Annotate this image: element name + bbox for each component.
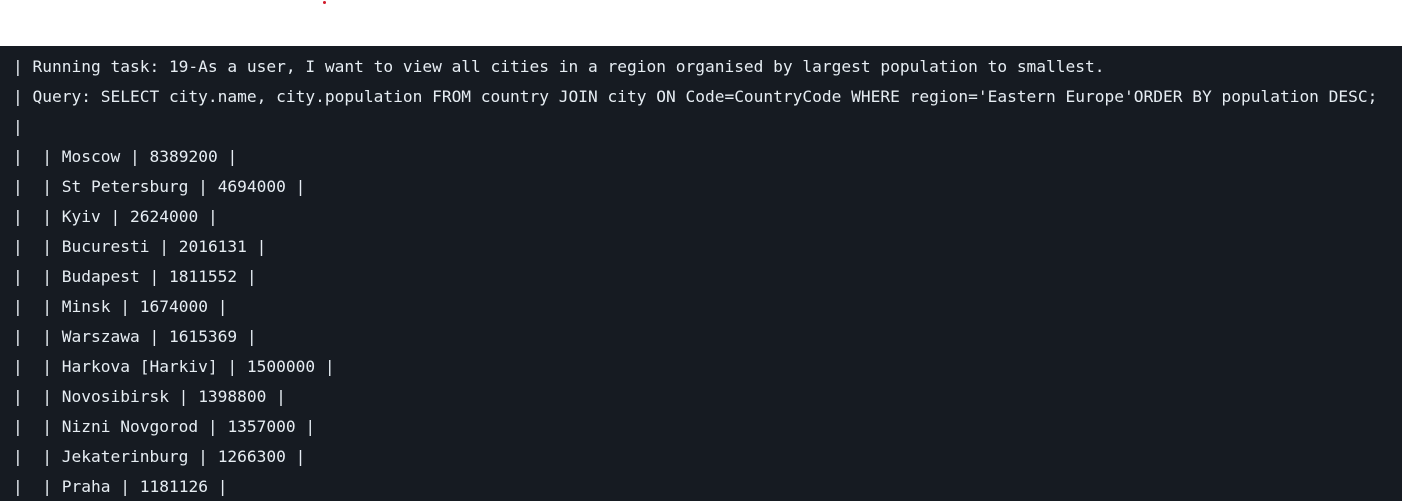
city-population: 1357000	[227, 417, 296, 436]
city-population: 1615369	[168, 327, 238, 346]
city-name: Moscow	[61, 147, 121, 166]
city-name: Nizni Novgorod	[61, 417, 199, 436]
city-population: 2016131	[178, 237, 247, 256]
city-population: 2624000	[129, 207, 199, 226]
blank-line: |	[13, 117, 23, 136]
city-population: 1398800	[198, 387, 267, 406]
running-task-text: Running task: 19-As a user, I want to vi…	[32, 57, 1105, 76]
red-dot-marker	[323, 1, 326, 4]
table-row: | | Praha | 1181126 |	[13, 477, 228, 496]
page-top-area	[0, 0, 1402, 46]
running-task-line: | Running task: 19-As a user, I want to …	[13, 57, 1105, 76]
city-name: Jekaterinburg	[61, 447, 189, 466]
city-name: Harkova [Harkiv]	[61, 357, 218, 376]
table-row: | | Moscow | 8389200 |	[13, 147, 238, 166]
table-row: | | Harkova [Harkiv] | 1500000 |	[13, 357, 335, 376]
city-population: 8389200	[149, 147, 218, 166]
city-name: Minsk	[61, 297, 111, 316]
query-text: Query: SELECT city.name, city.population…	[32, 87, 1378, 106]
city-name: Novosibirsk	[61, 387, 169, 406]
city-population: 1266300	[217, 447, 286, 466]
city-population: 1500000	[246, 357, 316, 376]
table-row: | | Kyiv | 2624000 |	[13, 207, 218, 226]
table-row: | | Nizni Novgorod | 1357000 |	[13, 417, 316, 436]
city-name: Bucuresti	[61, 237, 150, 256]
table-row: | | Warszawa | 1615369 |	[13, 327, 257, 346]
city-name: Kyiv	[61, 207, 101, 226]
city-population: 1674000	[139, 297, 208, 316]
table-row: | | Novosibirsk | 1398800 |	[13, 387, 286, 406]
table-row: | | St Petersburg | 4694000 |	[13, 177, 306, 196]
terminal-output: | Running task: 19-As a user, I want to …	[0, 46, 1402, 501]
city-population: 1181126	[139, 477, 208, 496]
query-line: | Query: SELECT city.name, city.populati…	[13, 87, 1378, 106]
city-name: Praha	[61, 477, 111, 496]
table-row: | | Minsk | 1674000 |	[13, 297, 228, 316]
city-population: 1811552	[168, 267, 238, 286]
city-name: St Petersburg	[61, 177, 189, 196]
table-row: | | Budapest | 1811552 |	[13, 267, 257, 286]
table-row: | | Jekaterinburg | 1266300 |	[13, 447, 306, 466]
city-name: Warszawa	[61, 327, 140, 346]
table-row: | | Bucuresti | 2016131 |	[13, 237, 267, 256]
city-name: Budapest	[61, 267, 140, 286]
city-population: 4694000	[217, 177, 286, 196]
